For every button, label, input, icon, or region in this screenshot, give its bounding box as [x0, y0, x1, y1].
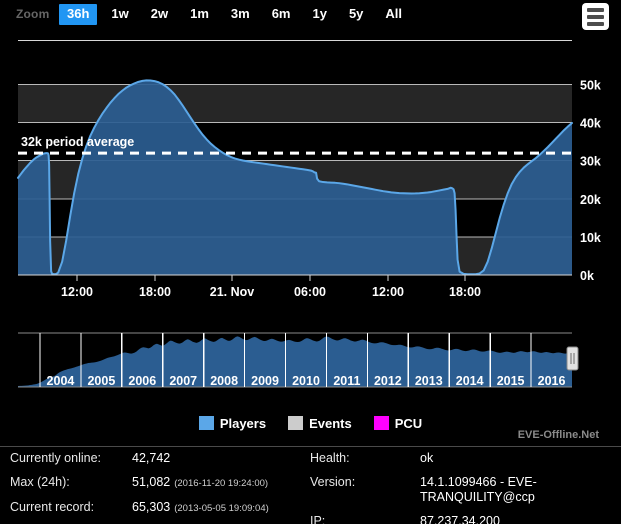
legend-item-events[interactable]: Events	[288, 416, 352, 431]
toolbar-divider	[18, 40, 572, 41]
hamburger-menu-icon[interactable]	[582, 3, 609, 30]
status-label: Health:	[310, 451, 420, 466]
status-row: Version:14.1.1099466 - EVE-TRANQUILITY@c…	[310, 475, 615, 505]
status-column-left: Currently online:42,742Max (24h):51,082(…	[10, 451, 310, 524]
navigator-right-handle[interactable]	[567, 347, 578, 370]
main-chart-svg[interactable]: 12:00 18:00 21. Nov 06:00 12:00 18:00 0k 10k 20k…	[0, 48, 621, 310]
range-button-5y[interactable]: 5y	[341, 4, 371, 25]
navigator-year-label: 2010	[292, 374, 320, 388]
status-value-text: 65,303	[132, 500, 170, 514]
period-average-label: 32k period average	[21, 135, 134, 149]
status-label: IP:	[310, 514, 420, 524]
status-value: ok	[420, 451, 433, 466]
navigator-year-label: 2016	[538, 374, 566, 388]
status-row: Health:ok	[310, 451, 615, 466]
status-row: Max (24h):51,082 (2016-11-20 19:24:00)	[10, 475, 310, 491]
range-button-36h[interactable]: 36h	[59, 4, 97, 25]
status-value-timestamp: (2016-11-20 19:24:00)	[174, 478, 268, 489]
status-value-timestamp: (2013-05-05 19:09:04)	[174, 503, 269, 514]
zoom-label: Zoom	[16, 7, 49, 21]
status-value-text: 87.237.34.200	[420, 514, 500, 524]
x-tick-label: 12:00	[61, 285, 93, 299]
status-label: Version:	[310, 475, 420, 490]
status-value: 42,742	[132, 451, 170, 466]
status-value-text: 14.1.1099466 - EVE-TRANQUILITY@ccp	[420, 475, 537, 504]
server-status-table: Currently online:42,742Max (24h):51,082(…	[0, 446, 621, 524]
x-tick-label: 18:00	[449, 285, 481, 299]
navigator-year-label: 2013	[415, 374, 443, 388]
navigator-year-label: 2007	[169, 374, 197, 388]
status-value: 87.237.34.200	[420, 514, 500, 524]
navigator-year-label: 2004	[47, 374, 75, 388]
status-value: 51,082 (2016-11-20 19:24:00)	[132, 475, 268, 491]
status-column-right: Health:okVersion:14.1.1099466 - EVE-TRAN…	[310, 451, 615, 524]
legend-label: PCU	[395, 416, 422, 431]
y-tick-label: 30k	[580, 155, 601, 169]
range-button-all[interactable]: All	[377, 4, 410, 25]
navigator-svg[interactable]: 2004 2005 2006 2007 2008 2009 2010 2011 2012 2013…	[0, 325, 621, 403]
hamburger-bar	[587, 22, 604, 26]
x-tick-label: 18:00	[139, 285, 171, 299]
navigator-year-label: 2006	[128, 374, 156, 388]
eve-offline-status-page: Zoom 36h 1w 2w 1m 3m 6m1y 5y All 12:00 18:00 21. …	[0, 0, 621, 524]
status-row: Currently online:42,742	[10, 451, 310, 466]
range-button-2w[interactable]: 2w	[143, 4, 176, 25]
range-button-6m[interactable]: 6m	[264, 4, 299, 25]
navigator-year-label: 2009	[251, 374, 279, 388]
range-button-1m[interactable]: 1m	[182, 4, 217, 25]
navigator-year-label: 2012	[374, 374, 402, 388]
y-tick-label: 0k	[580, 269, 594, 283]
y-tick-label: 50k	[580, 79, 601, 93]
range-button-1y[interactable]: 1y	[304, 4, 334, 25]
legend-label: Events	[309, 416, 352, 431]
navigator-year-label: 2015	[497, 374, 525, 388]
range-selector-buttons: 36h 1w 2w 1m 3m 6m1y 5y All	[59, 4, 416, 25]
status-label: Current record:	[10, 500, 132, 515]
range-button-3m[interactable]: 3m	[223, 4, 258, 25]
status-label: Max (24h):	[10, 475, 132, 490]
y-tick-label: 40k	[580, 117, 601, 131]
x-tick-label: 12:00	[372, 285, 404, 299]
hamburger-bar	[587, 8, 604, 12]
legend-item-players[interactable]: Players	[199, 416, 266, 431]
status-value-text: 51,082	[132, 475, 170, 489]
navigator-handle-body[interactable]	[567, 347, 578, 370]
status-label: Currently online:	[10, 451, 132, 466]
navigator-year-label: 2008	[210, 374, 238, 388]
legend-item-pcu[interactable]: PCU	[374, 416, 422, 431]
chart-range-toolbar: Zoom 36h 1w 2w 1m 3m 6m1y 5y All	[0, 0, 621, 42]
y-tick-label: 20k	[580, 193, 601, 207]
y-tick-label: 10k	[580, 231, 601, 245]
status-value: 14.1.1099466 - EVE-TRANQUILITY@ccp	[420, 475, 615, 505]
players-online-chart[interactable]: 12:00 18:00 21. Nov 06:00 12:00 18:00 0k 10k 20k…	[0, 48, 621, 310]
site-credit: EVE-Offline.Net	[518, 429, 599, 441]
navigator-year-label: 2011	[333, 374, 360, 388]
status-row: Current record:65,303 (2013-05-05 19:09:0…	[10, 500, 310, 516]
status-value-text: ok	[420, 451, 433, 465]
status-value: 65,303 (2013-05-05 19:09:04)	[132, 500, 269, 516]
status-row: IP:87.237.34.200	[310, 514, 615, 524]
x-tick-label: 21. Nov	[210, 285, 255, 299]
legend-label: Players	[220, 416, 266, 431]
legend-swatch-icon	[374, 416, 389, 430]
x-tick-label: 06:00	[294, 285, 326, 299]
range-button-1w[interactable]: 1w	[103, 4, 136, 25]
legend-swatch-icon	[199, 416, 214, 430]
navigator-year-label: 2014	[456, 374, 484, 388]
navigator-year-label: 2005	[87, 374, 115, 388]
chart-navigator[interactable]: 2004 2005 2006 2007 2008 2009 2010 2011 2012 2013…	[0, 325, 621, 403]
legend-swatch-icon	[288, 416, 303, 430]
status-value-text: 42,742	[132, 451, 170, 465]
hamburger-bar	[587, 15, 604, 19]
